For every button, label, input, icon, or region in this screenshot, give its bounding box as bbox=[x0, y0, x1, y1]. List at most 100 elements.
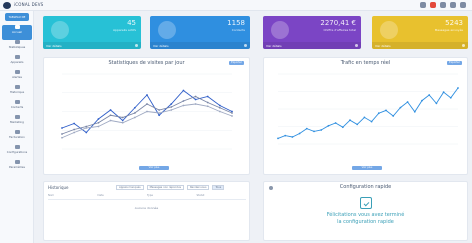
sidebar-item-label: Paramètres bbox=[9, 165, 25, 169]
tab-missed-calls[interactable]: Appels manqués bbox=[116, 185, 144, 190]
stat-card-footer[interactable]: Voir détails bbox=[150, 42, 250, 49]
stat-card-footer[interactable]: Voir détails bbox=[263, 42, 361, 49]
stat-card-value: 45 bbox=[127, 19, 136, 27]
series-line bbox=[61, 96, 233, 135]
column-header: Date bbox=[97, 194, 104, 197]
history-panel: Historique Appels manqués Messages non r… bbox=[43, 181, 250, 241]
data-point bbox=[341, 126, 344, 129]
dashboard-button[interactable]: TABLEAU DE BORD bbox=[5, 13, 29, 27]
bell-icon[interactable] bbox=[430, 2, 436, 8]
data-point bbox=[109, 109, 112, 111]
data-point bbox=[133, 112, 136, 114]
tab-all[interactable]: Tous bbox=[212, 185, 225, 190]
data-point bbox=[121, 119, 124, 122]
data-point bbox=[435, 102, 438, 105]
stat-card-link: Voir détails bbox=[153, 44, 169, 48]
data-point bbox=[158, 114, 161, 117]
sidebar-item-alertes[interactable]: Alertes bbox=[2, 70, 32, 85]
quick-config-panel: Configuration rapide Félicitations vous … bbox=[263, 181, 468, 241]
logout-icon[interactable] bbox=[460, 2, 466, 8]
stat-card[interactable]: 5243 Messages envoyés Voir détails bbox=[372, 16, 468, 49]
tab-unanswered[interactable]: Messages non répondus bbox=[146, 185, 184, 190]
data-point bbox=[449, 96, 452, 99]
sidebar-item-contacts[interactable]: Contacts bbox=[2, 100, 32, 115]
data-point bbox=[85, 127, 88, 129]
tab-appointments[interactable]: Rendez-vous bbox=[186, 185, 210, 190]
data-point bbox=[218, 106, 221, 109]
sidebar-item-appareils[interactable]: Appareils bbox=[2, 55, 32, 70]
data-point bbox=[406, 101, 409, 103]
sidebar-item-label: Statistiques bbox=[8, 45, 26, 49]
data-point bbox=[298, 132, 301, 135]
stat-card-link: Voir détails bbox=[375, 44, 391, 48]
data-point bbox=[320, 129, 323, 131]
data-point bbox=[218, 110, 221, 113]
visits-line-chart bbox=[61, 73, 233, 150]
see-more-button[interactable]: Voir plus bbox=[352, 166, 382, 170]
top-bar: iCONAL DEVS bbox=[0, 0, 472, 11]
data-point bbox=[61, 133, 63, 135]
data-point bbox=[158, 112, 161, 114]
history-icon bbox=[14, 85, 20, 89]
data-point bbox=[97, 125, 100, 128]
data-point bbox=[85, 131, 88, 134]
data-point bbox=[442, 91, 445, 94]
data-point bbox=[428, 94, 431, 96]
sidebar-item-paramètres[interactable]: Paramètres bbox=[2, 160, 32, 175]
stat-card-description: Chiffre d'affaires total bbox=[323, 28, 356, 32]
stat-card-description: Contacts bbox=[231, 28, 245, 32]
megaphone-icon bbox=[14, 115, 20, 119]
stat-card-footer[interactable]: Voir détails bbox=[372, 42, 468, 49]
sidebar-item-label: Marketing bbox=[10, 120, 24, 124]
data-point bbox=[277, 137, 279, 140]
stat-card[interactable]: 2270,41 € Chiffre d'affaires total Voir dé… bbox=[263, 16, 361, 49]
stat-card-footer[interactable]: Voir détails bbox=[43, 42, 141, 49]
user-icon[interactable] bbox=[440, 2, 446, 8]
data-point bbox=[206, 101, 209, 104]
settings-icon[interactable] bbox=[450, 2, 456, 8]
stat-card-link: Voir détails bbox=[266, 44, 282, 48]
data-point bbox=[133, 106, 136, 109]
stat-card-icon bbox=[51, 21, 69, 39]
data-point bbox=[158, 109, 161, 111]
column-header: Statut bbox=[196, 194, 205, 197]
data-point bbox=[97, 118, 100, 120]
sidebar-item-marketing[interactable]: Marketing bbox=[2, 115, 32, 130]
brand-name: iCONAL DEVS bbox=[14, 2, 44, 7]
data-point bbox=[313, 130, 315, 133]
data-point bbox=[349, 119, 351, 122]
sidebar-item-historique[interactable]: Historique bbox=[2, 85, 32, 100]
stat-card-value: 1158 bbox=[227, 19, 245, 27]
sidebar-item-statistiques[interactable]: Statistiques bbox=[2, 40, 32, 55]
data-point bbox=[109, 119, 112, 122]
sidebar-item-facturation[interactable]: Facturation bbox=[2, 130, 32, 145]
traffic-chart-panel: Trafic en temps réel Exporter Voir plus bbox=[263, 57, 468, 175]
flag-icon[interactable] bbox=[420, 2, 426, 8]
history-table-header: Nom Date Type Statut bbox=[48, 194, 246, 200]
data-point bbox=[413, 110, 416, 113]
stat-card-link: Voir détails bbox=[46, 44, 62, 48]
stat-card-description: Messages envoyés bbox=[434, 28, 463, 32]
sidebar-item-configurations[interactable]: Configurations bbox=[2, 145, 32, 160]
stat-card[interactable]: 45 Appareils actifs Voir détails bbox=[43, 16, 141, 49]
stat-card-value: 2270,41 € bbox=[320, 19, 356, 27]
data-point bbox=[218, 104, 221, 107]
data-point bbox=[73, 128, 76, 131]
export-button[interactable]: Exporter bbox=[447, 61, 462, 65]
data-point bbox=[385, 109, 387, 112]
data-point bbox=[109, 114, 112, 117]
data-point bbox=[370, 120, 373, 123]
see-more-button[interactable]: Voir plus bbox=[139, 166, 169, 170]
export-button[interactable]: Exporter bbox=[229, 61, 244, 65]
data-point bbox=[170, 106, 173, 108]
data-point bbox=[231, 112, 233, 114]
data-point bbox=[61, 127, 63, 129]
contact-icon bbox=[14, 100, 20, 104]
stat-card[interactable]: 1158 Contacts Voir détails bbox=[150, 16, 250, 49]
data-point bbox=[182, 104, 185, 107]
data-point bbox=[182, 89, 185, 92]
data-point bbox=[363, 116, 366, 119]
sidebar-item-accueil[interactable]: Accueil bbox=[2, 25, 32, 40]
data-point bbox=[121, 121, 124, 124]
sidebar-item-label: Historique bbox=[9, 90, 25, 94]
